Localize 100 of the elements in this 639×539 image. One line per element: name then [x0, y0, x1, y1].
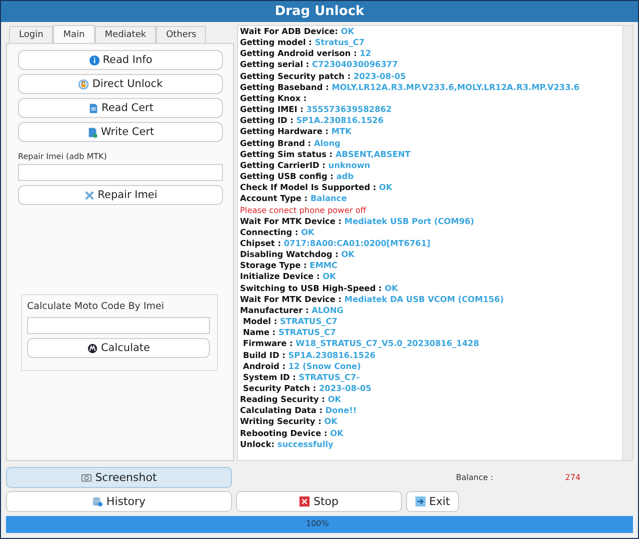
action-button[interactable]: Write Cert [18, 122, 223, 142]
repair-button[interactable]: Repair Imei [18, 185, 223, 205]
log-value: W18_STRATUS_C7_V5.0_20230816_1428 [296, 338, 480, 348]
log-value: STRATUS_C7 [278, 327, 336, 338]
log-value: Done!! [325, 405, 357, 416]
screenshot-button[interactable]: Screenshot [6, 467, 232, 488]
log-label: Getting Sim status : [240, 148, 333, 159]
log-value: Balance [310, 193, 347, 204]
log-value: C72304030096377 [312, 59, 398, 70]
tab[interactable]: Mediatek [94, 26, 156, 43]
log-label: Chipset : [240, 238, 281, 248]
action-button[interactable]: Direct Unlock [18, 74, 223, 94]
log-value: OK [328, 394, 342, 404]
log-label: Model : [243, 316, 278, 326]
log-value: Stratus_C7 [314, 37, 365, 48]
log-label: Rebooting Device : [240, 428, 328, 438]
log-value: ALONG [312, 304, 344, 315]
action-button[interactable]: Exit [406, 491, 459, 512]
window-title: Drag Unlock [1, 1, 638, 22]
log-label: Getting IMEI : [240, 104, 304, 114]
emblem-icon [86, 342, 98, 354]
log-label: Getting Knox : [240, 92, 307, 103]
log-label: Disabling Watchdog : [240, 249, 338, 260]
database-icon [92, 496, 104, 507]
camera-icon [81, 472, 92, 483]
info-icon [88, 54, 100, 66]
log-label: Wait For MTK Device : [240, 216, 342, 226]
close-icon [299, 496, 310, 507]
exit-icon [415, 496, 426, 507]
log-value: Mediatek DA USB VCOM (COM156) [344, 294, 504, 304]
log-label: Firmware : [243, 338, 293, 348]
log-label: System ID : [243, 372, 296, 382]
balance-label: Balance : [456, 473, 494, 482]
log-label: Switching to USB High-Speed : [240, 282, 382, 293]
log-label: Name : [243, 327, 276, 338]
log-label: Unlock: [240, 438, 274, 449]
log-label: Writing Security : [240, 416, 322, 426]
log-value: 12 [360, 48, 372, 58]
tab[interactable]: Main [53, 25, 95, 44]
log-value: 2023-08-05 [318, 383, 372, 393]
progress-label: 100% [306, 519, 329, 528]
log-value: 355573639582862 [306, 104, 392, 114]
log-label: Getting USB config : [240, 171, 334, 182]
log-label: Account Type : [240, 193, 308, 204]
log-label: Android : [243, 360, 286, 371]
calculate-button[interactable]: Calculate [27, 338, 210, 358]
action-button[interactable]: Stop [236, 491, 402, 512]
log-label: Storage Type : [240, 260, 307, 270]
log-label: Getting CarrierID : [240, 160, 326, 170]
action-button[interactable]: Read Info [18, 50, 223, 70]
log-label: Getting Android verison : [240, 48, 357, 58]
document-icon [86, 126, 98, 138]
log-label: Connecting : [240, 226, 298, 237]
imei-field[interactable] [27, 317, 210, 334]
log-value: 0717:8A00:CA01:0200[MT6761] [284, 238, 430, 248]
log-value: adb [336, 171, 354, 182]
tab[interactable]: Others [156, 26, 206, 43]
scrollbar[interactable] [622, 26, 632, 460]
document-icon [88, 102, 99, 114]
log-value: SP1A.230816.1526 [296, 115, 384, 126]
log-value: MOLY.LR12A.R3.MP.V233.6,MOLY.LR12A.R3.MP.V233.6 [332, 82, 580, 92]
balance-value: 274 [565, 473, 580, 482]
log-value: OK [322, 271, 336, 282]
log-value: SP1A.230816.1526 [288, 350, 376, 360]
log-label: Wait For MTK Device : [240, 294, 342, 304]
group-title: Calculate Moto Code By Imei [27, 301, 165, 312]
log-label: Getting model : [240, 37, 312, 48]
log-value: MTK [331, 126, 352, 136]
log-value: STRATUS_C7- [298, 372, 360, 382]
log-label: Getting Hardware : [240, 126, 329, 136]
log-value: OK [340, 26, 354, 36]
log-label: Getting serial : [240, 59, 310, 70]
log-value: OK [384, 282, 398, 293]
tab[interactable]: Login [9, 26, 54, 43]
log-value: ABSENT,ABSENT [335, 148, 410, 159]
log-value: Along [314, 138, 340, 148]
log-value: STRATUS_C7 [280, 316, 338, 326]
log-value: 2023-08-05 [354, 70, 406, 81]
lock-icon [78, 78, 90, 90]
log-value: 12 (Snow Cone) [288, 360, 361, 371]
log-label: Getting Baseband : [240, 82, 329, 92]
log-label: Manufacturer : [240, 304, 309, 315]
log-label: Getting ID : [240, 115, 294, 126]
log-value: OK [324, 416, 338, 426]
log-label: Security Patch : [243, 383, 316, 393]
log-label: Build ID : [243, 350, 286, 360]
log-label: Calculating Data : [240, 405, 322, 416]
log-value: OK [379, 182, 392, 192]
log-value: Mediatek USB Port (COM96) [344, 216, 474, 226]
log-value: OK [301, 226, 314, 237]
log-label: Wait For ADB Device: [240, 26, 338, 36]
log-error: Please conect phone power off [240, 204, 366, 214]
log-value: OK [341, 249, 355, 260]
field-label: Repair Imei (adb MTK) [18, 152, 108, 161]
action-button[interactable]: History [6, 491, 232, 512]
log-label: Reading Security : [240, 394, 325, 404]
imei-field[interactable] [18, 164, 223, 181]
action-button[interactable]: Read Cert [18, 98, 223, 118]
log-label: Check If Model Is Supported : [240, 182, 376, 192]
log-value: successfully [277, 438, 334, 449]
